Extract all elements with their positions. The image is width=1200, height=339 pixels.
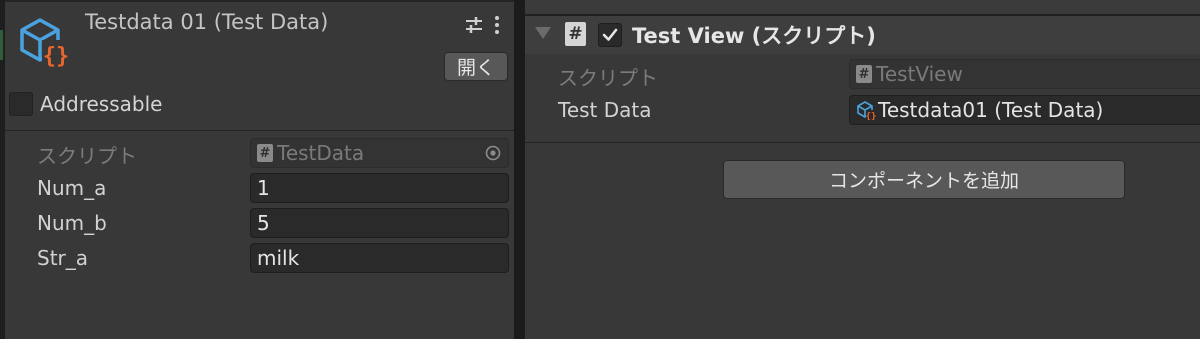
svg-text:{}: {} [866,112,876,120]
num-b-field[interactable]: 5 [250,208,509,238]
panel-divider[interactable] [514,0,525,339]
str-a-field[interactable]: milk [250,243,509,273]
script-property-label: スクリプト [37,144,137,168]
foldout-arrow-icon[interactable] [535,27,551,39]
checkmark-icon [602,28,618,41]
divider [5,130,514,131]
num-a-label: Num_a [37,176,107,200]
scriptable-object-icon: {} [20,18,70,68]
str-a-label: Str_a [37,246,89,270]
script-property-label: スクリプト [558,66,658,90]
component-header[interactable]: # Test View (スクリプト) [525,16,1200,54]
addressable-checkbox[interactable] [9,92,33,116]
open-button[interactable]: 開く [444,52,508,81]
asset-inspector-panel: {} Testdata 01 (Test Data) 開く Addressabl… [0,0,514,339]
svg-text:{}: {} [43,44,70,68]
component-title: Test View (スクリプト) [632,24,876,48]
script-icon: # [257,144,273,162]
test-data-field-value: Testdata01 (Test Data) [878,98,1104,122]
object-picker-icon[interactable] [485,145,501,161]
gameobject-inspector-panel: # Test View (スクリプト) スクリプト # TestView Tes… [525,0,1200,339]
scriptable-object-icon: {} [857,101,876,120]
add-component-button[interactable]: コンポーネントを追加 [723,160,1125,199]
settings-sliders-icon[interactable] [464,14,484,36]
script-icon: # [565,22,586,46]
kebab-menu-icon[interactable] [491,14,503,36]
addressable-label: Addressable [40,92,163,116]
script-field-value: TestData [277,141,365,165]
script-icon: # [856,65,872,83]
asset-title: Testdata 01 (Test Data) [85,10,329,34]
script-object-field[interactable]: # TestData [250,138,509,168]
test-data-object-field[interactable]: {} Testdata01 (Test Data) [849,95,1200,125]
script-object-field[interactable]: # TestView [849,59,1200,89]
num-a-field[interactable]: 1 [250,173,509,203]
num-b-label: Num_b [37,211,107,235]
unity-editor: {} Testdata 01 (Test Data) 開く Addressabl… [0,0,1200,339]
divider [525,142,1200,143]
component-enabled-checkbox[interactable] [598,23,622,47]
script-field-value: TestView [876,62,963,86]
panel-edge [0,0,5,339]
test-data-label: Test Data [558,98,652,122]
